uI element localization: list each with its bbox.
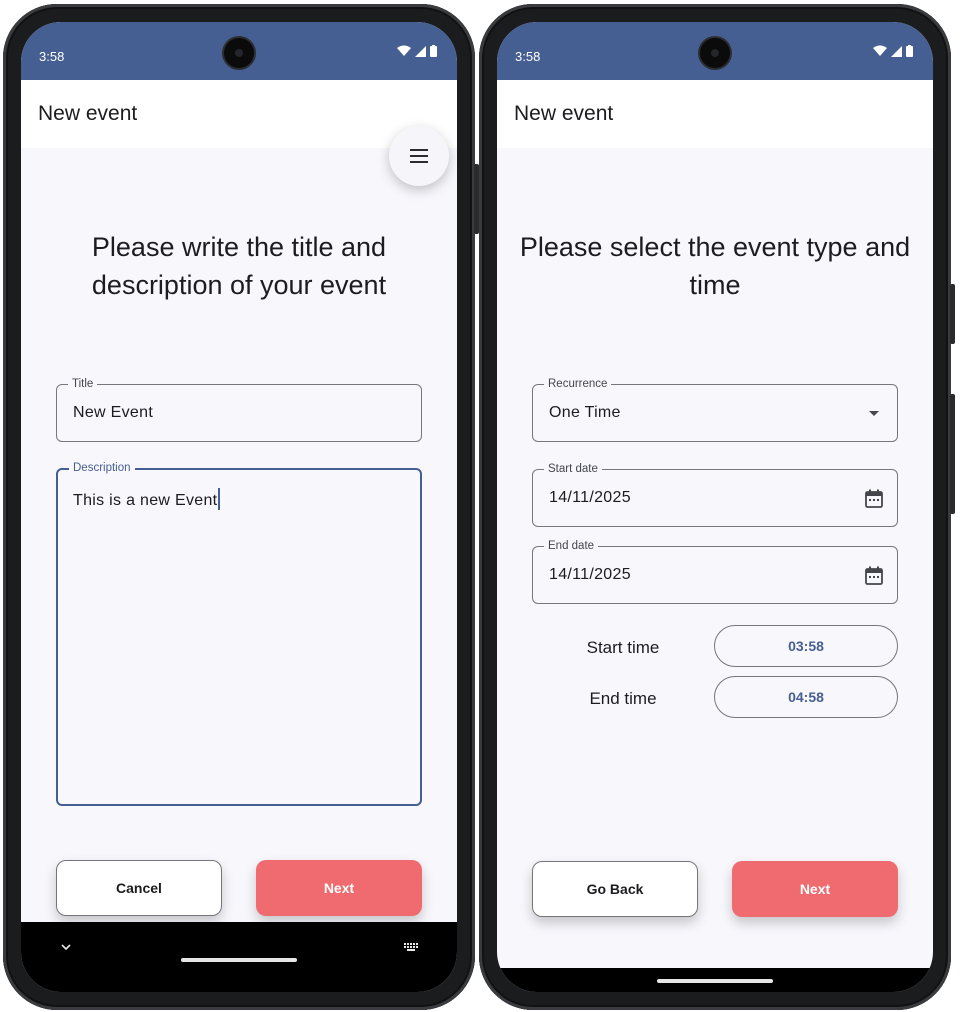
end-date-field[interactable]: End date 14/11/2025: [532, 539, 898, 604]
recurrence-value: One Time: [549, 404, 621, 421]
camera-cutout: [700, 38, 730, 68]
recurrence-dropdown[interactable]: Recurrence One Time: [532, 377, 898, 442]
end-date-label: End date: [544, 539, 599, 553]
description-field-label: Description: [69, 461, 135, 475]
battery-icon: [906, 45, 913, 57]
app-title: New event: [38, 102, 138, 125]
screen-left: 3:58 New event Please write the title an…: [21, 22, 457, 992]
start-date-value: 14/11/2025: [549, 489, 631, 506]
go-back-button[interactable]: Go Back: [532, 861, 698, 917]
start-time-label: Start time: [586, 638, 660, 657]
chevron-down-icon[interactable]: [61, 944, 71, 951]
title-field[interactable]: Title New Event: [56, 377, 422, 442]
cancel-button[interactable]: Cancel: [56, 860, 222, 916]
recurrence-label: Recurrence: [544, 377, 612, 391]
start-time-button[interactable]: 03:58: [714, 625, 898, 667]
end-time-label: End time: [589, 689, 657, 708]
end-time-button[interactable]: 04:58: [714, 676, 898, 718]
keyboard-icon[interactable]: [403, 942, 419, 952]
calendar-icon[interactable]: [865, 566, 883, 585]
phone-right: 3:58 New event Please select the event t…: [479, 4, 955, 1010]
status-bar: 3:58: [21, 22, 457, 80]
camera-cutout: [224, 38, 254, 68]
battery-icon: [430, 45, 437, 57]
app-bar: New event: [497, 80, 933, 148]
status-icons: [873, 44, 913, 58]
dropdown-arrow-icon: [869, 411, 879, 416]
wifi-icon: [397, 45, 411, 56]
end-date-value: 14/11/2025: [549, 566, 631, 583]
next-button[interactable]: Next: [732, 861, 898, 917]
description-field-value: This is a new Event: [73, 492, 218, 509]
signal-icon: [891, 45, 902, 57]
title-field-label: Title: [68, 377, 98, 391]
screen-right: 3:58 New event Please select the event t…: [497, 22, 933, 992]
volume-button: [950, 394, 955, 514]
app-bar: New event: [21, 80, 457, 148]
wifi-icon: [873, 45, 887, 56]
start-date-field[interactable]: Start date 14/11/2025: [532, 462, 898, 527]
description-field-value-wrap: This is a new Event: [73, 488, 221, 510]
status-time: 3:58: [39, 49, 65, 64]
page-heading: Please select the event type and time: [519, 232, 911, 300]
menu-icon: [410, 149, 428, 163]
home-handle[interactable]: [657, 979, 773, 983]
description-field[interactable]: Description This is a new Event: [56, 461, 422, 806]
phone-left: 3:58 New event Please write the title an…: [3, 4, 479, 1010]
next-button[interactable]: Next: [256, 860, 422, 916]
app-title: New event: [514, 102, 614, 125]
navigation-bar: [497, 968, 933, 992]
status-icons: [397, 44, 437, 58]
power-button: [950, 284, 955, 344]
start-date-label: Start date: [544, 462, 602, 476]
signal-icon: [415, 45, 426, 57]
status-bar: 3:58: [497, 22, 933, 80]
text-cursor: [218, 488, 221, 510]
home-handle[interactable]: [181, 958, 297, 962]
menu-button[interactable]: [389, 126, 449, 186]
calendar-icon[interactable]: [865, 489, 883, 508]
status-time: 3:58: [515, 49, 541, 64]
navigation-bar: [21, 922, 457, 992]
page-heading: Please write the title and description o…: [91, 232, 387, 300]
title-field-value: New Event: [73, 404, 154, 421]
